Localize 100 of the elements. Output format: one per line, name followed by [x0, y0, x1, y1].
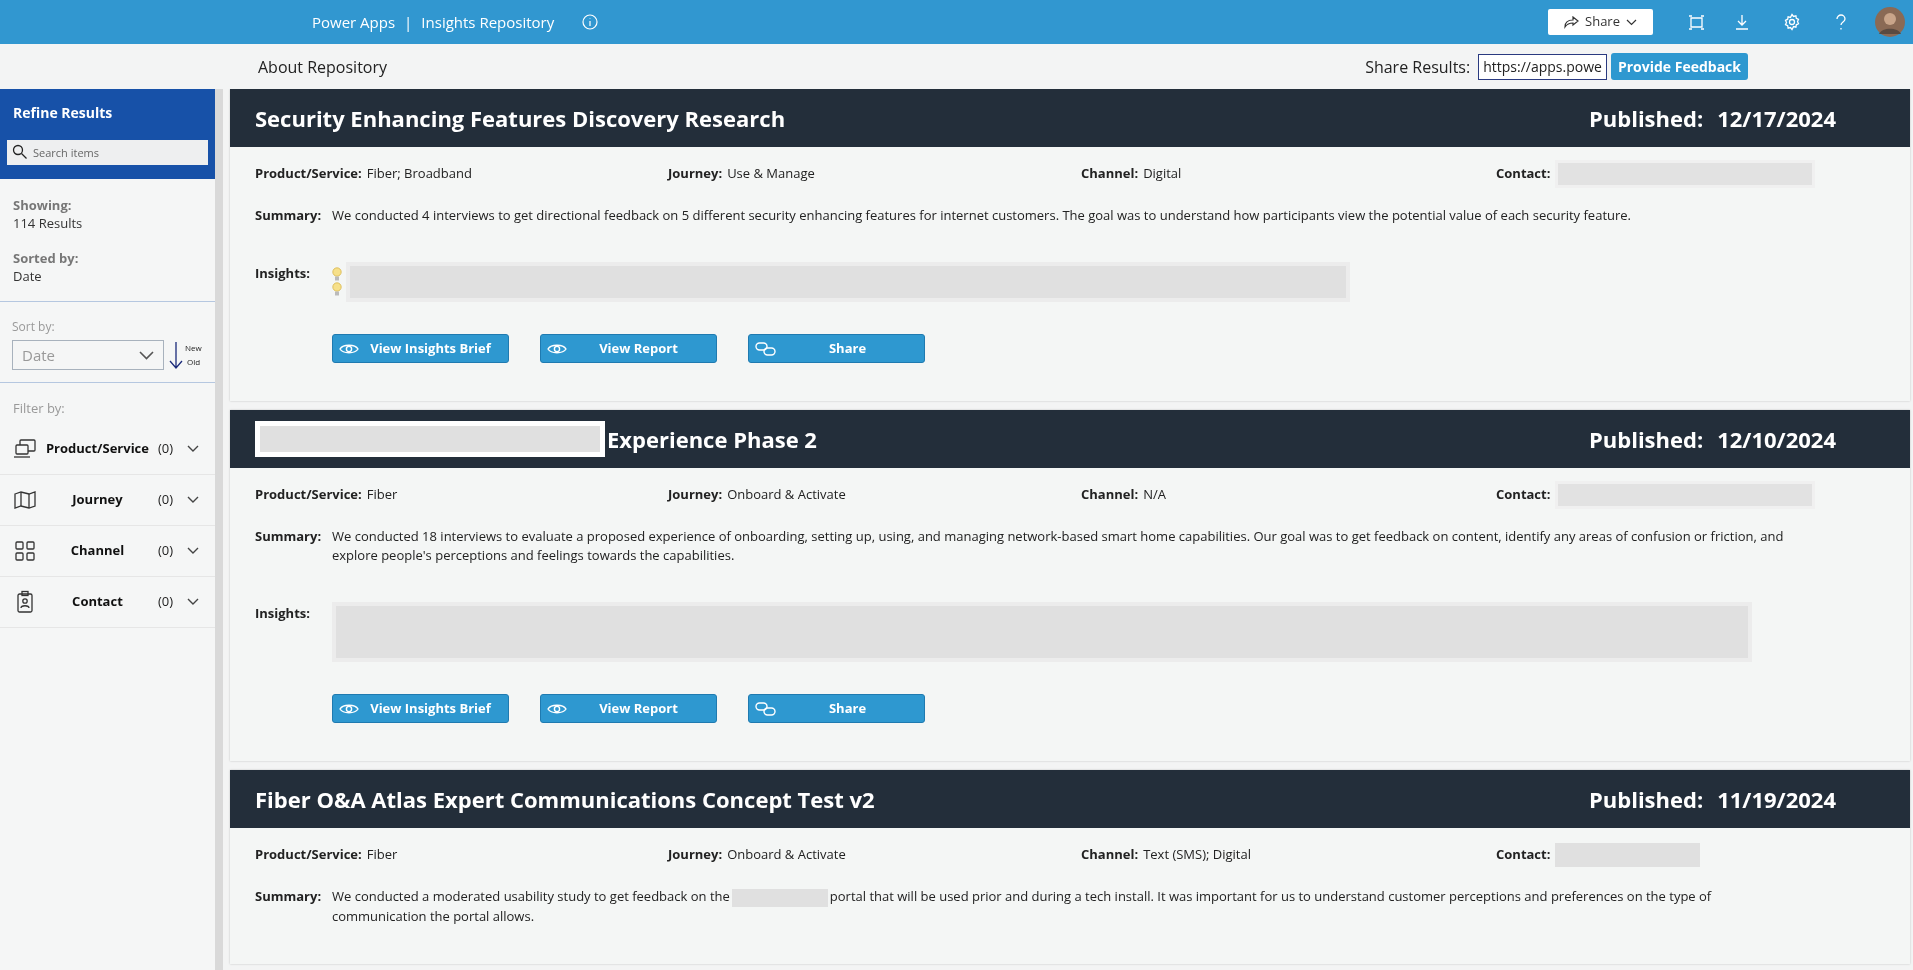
field-label: Channel: [1081, 485, 1139, 505]
action-button[interactable]: View Insights Brief [332, 694, 509, 723]
summary-text: We conducted 4 interviews to get directional feedback on 5 different security enhancing features for internet customers. The goal was to understand how participants view the potential value of each security feature. [332, 206, 1632, 225]
field-value: Fiber; Broadband [366, 164, 472, 184]
app-name[interactable]: Power Apps [312, 10, 396, 34]
field-label: Product/Service: [255, 485, 362, 505]
result-title: Fiber O&A Atlas Expert Communications Concept Test v2 [255, 782, 875, 816]
help-icon[interactable] [1835, 13, 1847, 31]
filter-count: (0) [157, 540, 173, 561]
insights-label: Insights: [255, 263, 311, 284]
sort-select[interactable]: Date [12, 340, 164, 370]
action-button[interactable]: View Insights Brief [332, 334, 509, 363]
summary-label: Summary: [255, 887, 323, 907]
result-title: Security Enhancing Features Discovery Research [255, 101, 786, 135]
field-label: Channel: [1081, 845, 1139, 865]
filter-count: (0) [157, 438, 173, 459]
avatar-icon[interactable] [1875, 7, 1905, 37]
eye-icon [547, 702, 567, 715]
filter-item[interactable]: Contact (0) [0, 576, 215, 628]
chevron-down-icon [187, 597, 199, 606]
sort-old-label: Old [187, 355, 202, 369]
filter-label: Filter by: [13, 399, 66, 419]
field-label: Journey: [668, 164, 723, 184]
settings-icon[interactable] [1783, 13, 1801, 31]
field-value: Fiber [366, 485, 398, 505]
eye-icon [339, 702, 359, 715]
published-date: 12/10/2024 [1717, 422, 1836, 456]
field-label: Contact: [1496, 845, 1551, 865]
chevron-down-icon [1625, 18, 1637, 26]
download-icon[interactable] [1735, 14, 1749, 30]
sort-direction-icon[interactable] [169, 341, 183, 369]
share-button[interactable]: Share [1548, 9, 1653, 35]
chevron-down-icon [187, 546, 199, 555]
published-date: 12/17/2024 [1717, 101, 1836, 135]
filter-count: (0) [157, 591, 173, 612]
sort-label: Sort by: [12, 318, 56, 336]
search-icon [12, 144, 28, 160]
field-value: Digital [1143, 164, 1182, 184]
field-label: Product/Service: [255, 164, 362, 184]
share-results-label: Share Results: [1365, 54, 1471, 79]
field-label: Product/Service: [255, 845, 362, 865]
insights-label: Insights: [255, 603, 311, 624]
summary-text: We conducted a moderated usability study to get feedback on the portal that will be used prior and during a tech install. It was important for us to understand customer perceptions and preferences on the type of communication the portal allows. [332, 887, 1713, 926]
search-field[interactable]: Search items [7, 140, 208, 165]
sort-new-label: New [185, 341, 202, 355]
chevron-down-icon [187, 444, 199, 453]
sorted-value: Date [13, 267, 43, 285]
showing-label: Showing: [13, 196, 73, 214]
action-button[interactable]: Share [748, 334, 925, 363]
separator: | [404, 10, 413, 34]
published-label: Published: [1588, 782, 1704, 816]
feedback-button[interactable]: Provide Feedback [1610, 53, 1748, 80]
summary-label: Summary: [255, 206, 323, 225]
filter-title: Channel [69, 540, 126, 561]
field-value: Text (SMS); Digital [1143, 845, 1251, 865]
action-button[interactable]: View Report [540, 694, 717, 723]
field-label: Journey: [668, 845, 723, 865]
info-icon[interactable] [582, 14, 599, 30]
link-icon [755, 701, 777, 716]
filter-title: Journey [70, 489, 124, 510]
eye-icon [339, 342, 359, 355]
filter-count: (0) [157, 489, 173, 510]
showing-value: 114 Results [13, 214, 84, 232]
app-title: Insights Repository [421, 10, 555, 34]
field-label: Contact: [1496, 164, 1551, 184]
share-url-field[interactable]: https://apps.powe [1478, 53, 1607, 80]
sorted-label: Sorted by: [13, 249, 80, 267]
filter-item[interactable]: Channel (0) [0, 525, 215, 577]
result-title: Experience Phase 2 [607, 422, 817, 456]
published-date: 11/19/2024 [1717, 782, 1836, 816]
share-icon [1564, 15, 1580, 29]
laptop-icon [13, 436, 37, 461]
filter-title: Product/Service [44, 438, 150, 459]
action-button[interactable]: View Report [540, 334, 717, 363]
summary-label: Summary: [255, 527, 323, 547]
published-label: Published: [1588, 422, 1704, 456]
filter-item[interactable]: Journey (0) [0, 474, 215, 526]
field-value: Onboard & Activate [727, 485, 846, 505]
chevron-down-icon [187, 495, 199, 504]
filter-item[interactable]: Product/Service (0) [0, 423, 215, 475]
filter-title: Contact [71, 591, 124, 612]
summary-text: We conducted 18 interviews to evaluate a proposed experience of onboarding, setting up, using, and managing network-based smart home capabilities. Our goal was to get feedback on content, identify any areas of confusion or friction, and explore people's perceptions and feelings towards the capabilities. [332, 527, 1785, 565]
link-icon [755, 341, 777, 356]
field-value: Use & Manage [727, 164, 815, 184]
action-button[interactable]: Share [748, 694, 925, 723]
grid-icon [13, 538, 37, 563]
about-link[interactable]: About Repository [258, 54, 388, 79]
lightbulb-icon [332, 267, 342, 282]
fit-screen-icon[interactable] [1688, 14, 1705, 30]
field-value: Onboard & Activate [727, 845, 846, 865]
eye-icon [547, 342, 567, 355]
field-value: Fiber [366, 845, 398, 865]
field-label: Contact: [1496, 485, 1551, 505]
field-label: Channel: [1081, 164, 1139, 184]
lightbulb-icon [332, 282, 342, 297]
chevron-down-icon [139, 350, 154, 360]
published-label: Published: [1588, 101, 1704, 135]
field-value: N/A [1143, 485, 1166, 505]
sidebar-title: Refine Results [13, 102, 114, 123]
field-label: Journey: [668, 485, 723, 505]
